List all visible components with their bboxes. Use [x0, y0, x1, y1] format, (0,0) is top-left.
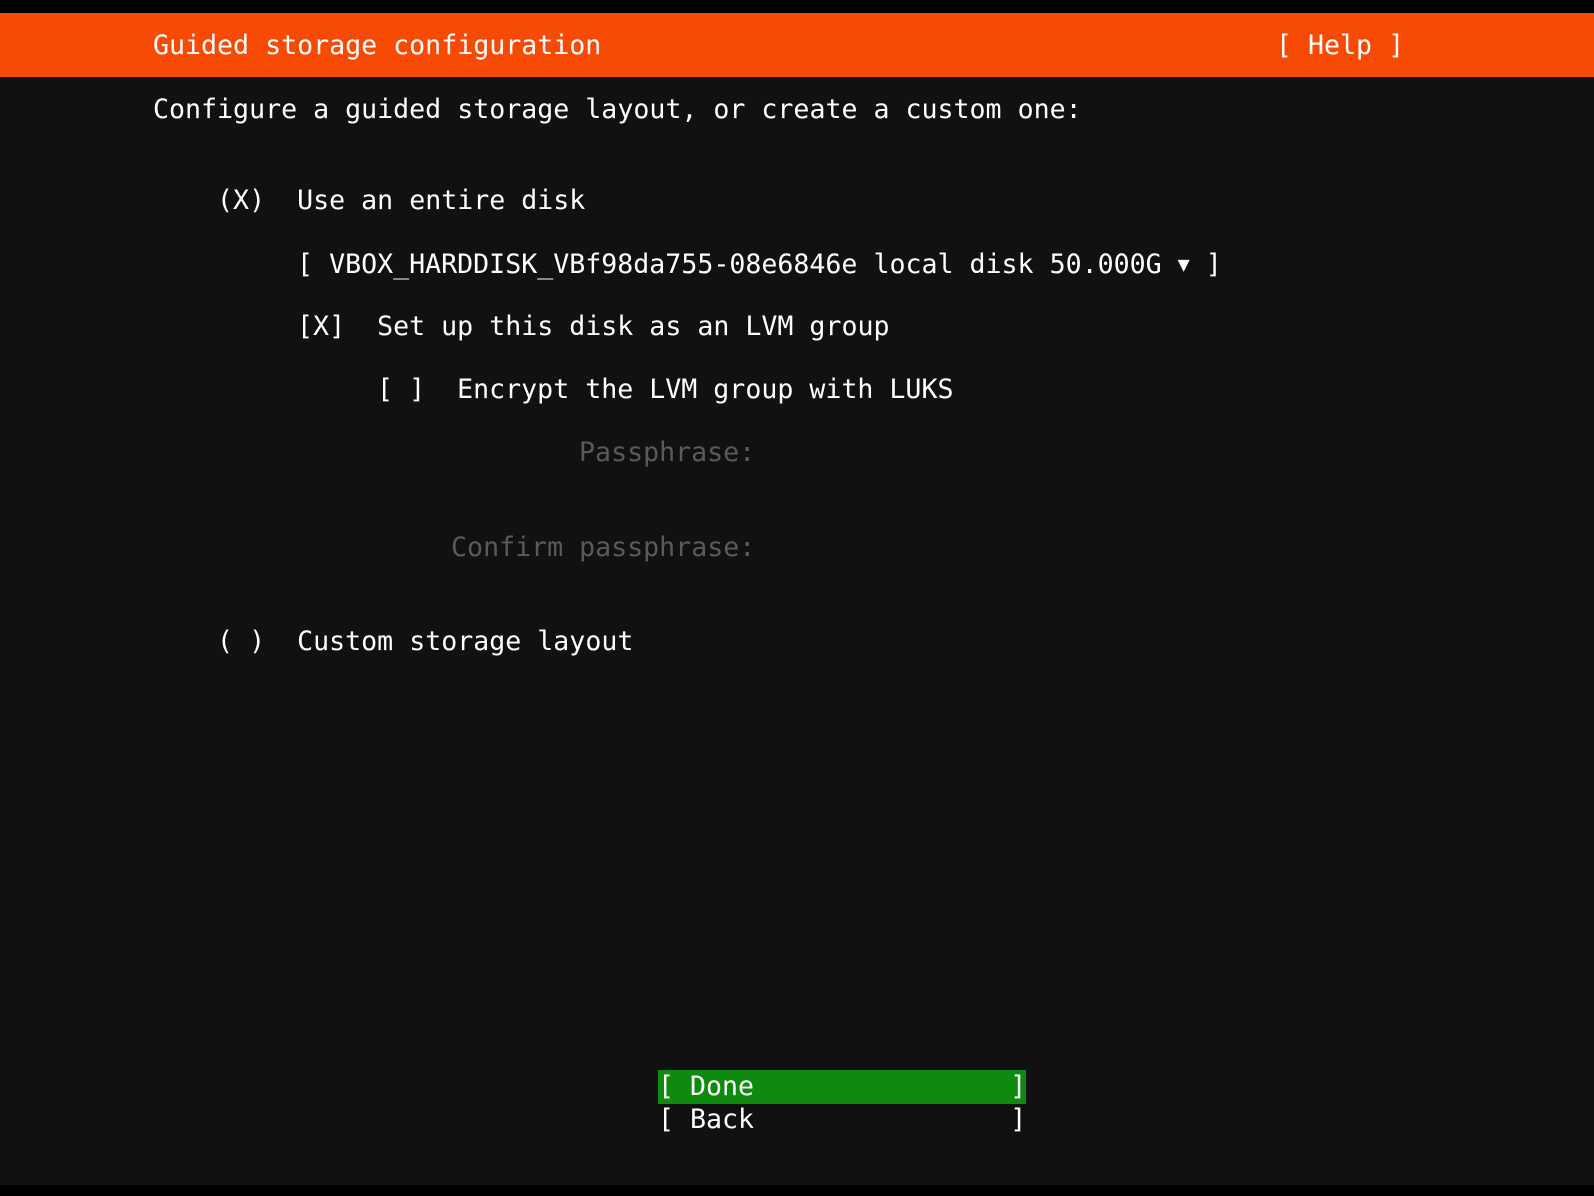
header-bar: Guided storage configuration [ Help ]: [0, 13, 1594, 77]
back-button[interactable]: [ Back ]: [658, 1103, 1026, 1137]
confirm-passphrase-label: Confirm passphrase:: [451, 532, 756, 563]
radio-unselected-icon: ( ): [217, 626, 266, 657]
checkbox-lvm-group-label: Set up this disk as an LVM group: [377, 311, 890, 342]
bottom-black-band: [0, 1185, 1594, 1196]
installer-screen: Guided storage configuration [ Help ] Co…: [0, 0, 1594, 1196]
disk-select-open-bracket: [: [297, 249, 314, 280]
passphrase-field-row: Passphrase:: [515, 411, 755, 495]
checkbox-checked-icon: [X]: [297, 311, 346, 342]
confirm-passphrase-field-row: Confirm passphrase:: [387, 506, 755, 590]
done-button[interactable]: [ Done ]: [658, 1070, 1027, 1104]
radio-use-entire-disk-label: Use an entire disk: [297, 185, 586, 216]
top-black-band: [0, 0, 1594, 13]
radio-selected-icon: (X): [217, 185, 266, 216]
chevron-down-icon: ▼: [1177, 252, 1190, 276]
checkbox-unchecked-icon: [ ]: [377, 374, 426, 405]
help-button[interactable]: [ Help ]: [1276, 32, 1404, 60]
intro-text: Configure a guided storage layout, or cr…: [153, 94, 1082, 125]
radio-custom-storage-layout-label: Custom storage layout: [297, 626, 634, 657]
page-title: Guided storage configuration: [153, 30, 602, 61]
radio-custom-storage-layout[interactable]: ( ) Custom storage layout: [153, 600, 633, 684]
disk-select-close-bracket: ]: [1205, 249, 1222, 280]
passphrase-label: Passphrase:: [579, 437, 756, 468]
disk-select-value: VBOX_HARDDISK_VBf98da755-08e6846e local …: [329, 249, 1162, 280]
checkbox-encrypt-luks-label: Encrypt the LVM group with LUKS: [457, 374, 954, 405]
